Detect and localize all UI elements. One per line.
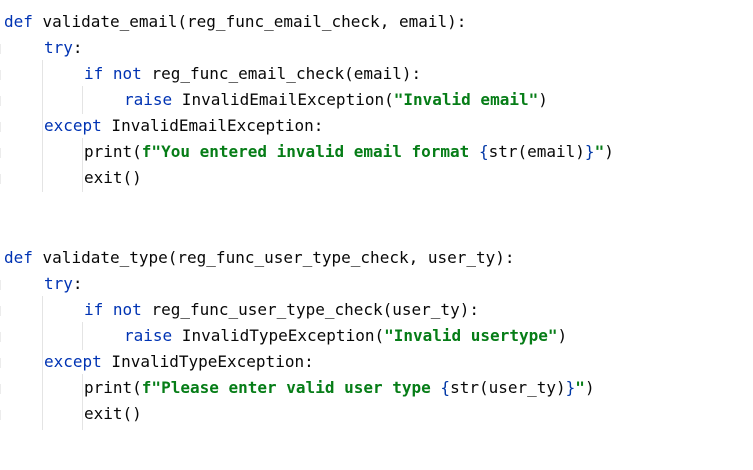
code-text: InvalidEmailException( <box>172 90 394 109</box>
code-line-if-not[interactable]: if not reg_func_email_check(email): <box>84 61 421 87</box>
code-text: str(user_ty) <box>450 378 566 397</box>
indent-guide <box>82 86 83 114</box>
code-text: InvalidTypeException: <box>101 352 314 371</box>
indent-guide <box>42 60 43 192</box>
code-text: InvalidEmailException: <box>101 116 324 135</box>
string-token: "Invalid email" <box>393 90 539 109</box>
fstring-brace: } <box>565 378 576 397</box>
code-text: ) <box>584 378 595 397</box>
gutter-marker <box>0 174 1 184</box>
code-text: print( <box>84 378 142 397</box>
keyword-token: try <box>44 274 73 293</box>
gutter-marker <box>0 96 1 106</box>
indent-guide <box>82 322 83 350</box>
gutter-marker <box>0 358 1 368</box>
indent-guide <box>82 138 83 192</box>
string-token: f"Please enter valid user type <box>141 378 441 397</box>
string-token: f"You entered invalid email format <box>141 142 479 161</box>
keyword-token: raise <box>124 326 173 345</box>
code-editor[interactable]: def validate_email(reg_func_email_check,… <box>0 0 753 470</box>
code-text: : <box>72 38 83 57</box>
gutter-marker <box>0 306 1 316</box>
fstring-brace: { <box>440 378 451 397</box>
code-text: exit() <box>84 168 142 187</box>
code-text: validate_type(reg_func_user_type_check, … <box>32 248 515 267</box>
gutter-marker <box>0 122 1 132</box>
gutter-marker <box>0 148 1 158</box>
keyword-token: not <box>112 300 142 319</box>
keyword-token: if <box>84 64 104 83</box>
code-line-raise[interactable]: raise InvalidTypeException("Invalid user… <box>124 323 567 349</box>
code-line-print[interactable]: print(f"You entered invalid email format… <box>84 139 614 165</box>
code-text: InvalidTypeException( <box>172 326 385 345</box>
gutter-marker <box>0 332 1 342</box>
keyword-token: raise <box>124 90 173 109</box>
code-line-def-validate-type[interactable]: def validate_type(reg_func_user_type_che… <box>4 245 515 271</box>
code-text: validate_email(reg_func_email_check, ema… <box>32 12 467 31</box>
code-line-raise[interactable]: raise InvalidEmailException("Invalid ema… <box>124 87 548 113</box>
code-line-try[interactable]: try: <box>44 271 83 297</box>
code-line-if-not[interactable]: if not reg_func_user_type_check(user_ty)… <box>84 297 479 323</box>
fstring-brace: } <box>584 142 595 161</box>
code-line-def-validate-email[interactable]: def validate_email(reg_func_email_check,… <box>4 9 466 35</box>
code-line-exit[interactable]: exit() <box>84 401 142 427</box>
keyword-token: except <box>44 116 102 135</box>
fstring-brace: { <box>478 142 489 161</box>
code-text: ) <box>604 142 614 161</box>
keyword-token: not <box>112 64 142 83</box>
code-line-exit[interactable]: exit() <box>84 165 142 191</box>
code-text: str(email) <box>488 142 585 161</box>
string-token: " <box>594 142 605 161</box>
code-text: print( <box>84 142 142 161</box>
keyword-token: if <box>84 300 104 319</box>
code-text: ) <box>538 90 548 109</box>
keyword-token: try <box>44 38 73 57</box>
indent-guide <box>42 296 43 430</box>
code-line-try[interactable]: try: <box>44 35 83 61</box>
code-text: : <box>72 274 83 293</box>
code-line-print[interactable]: print(f"Please enter valid user type {st… <box>84 375 595 401</box>
gutter-marker <box>0 384 1 394</box>
gutter-marker <box>0 280 1 290</box>
code-text: exit() <box>84 404 142 423</box>
code-text: ) <box>557 326 568 345</box>
keyword-token: def <box>4 248 33 267</box>
string-token: "Invalid usertype" <box>384 326 558 345</box>
code-text: reg_func_email_check(email): <box>141 64 422 83</box>
code-line-except[interactable]: except InvalidTypeException: <box>44 349 314 375</box>
gutter-marker <box>0 410 1 420</box>
indent-guide <box>82 374 83 430</box>
gutter-marker <box>0 70 1 80</box>
code-text: reg_func_user_type_check(user_ty): <box>141 300 479 319</box>
gutter-marker <box>0 44 1 54</box>
keyword-token: def <box>4 12 33 31</box>
string-token: " <box>575 378 585 397</box>
keyword-token: except <box>44 352 102 371</box>
code-line-except[interactable]: except InvalidEmailException: <box>44 113 323 139</box>
